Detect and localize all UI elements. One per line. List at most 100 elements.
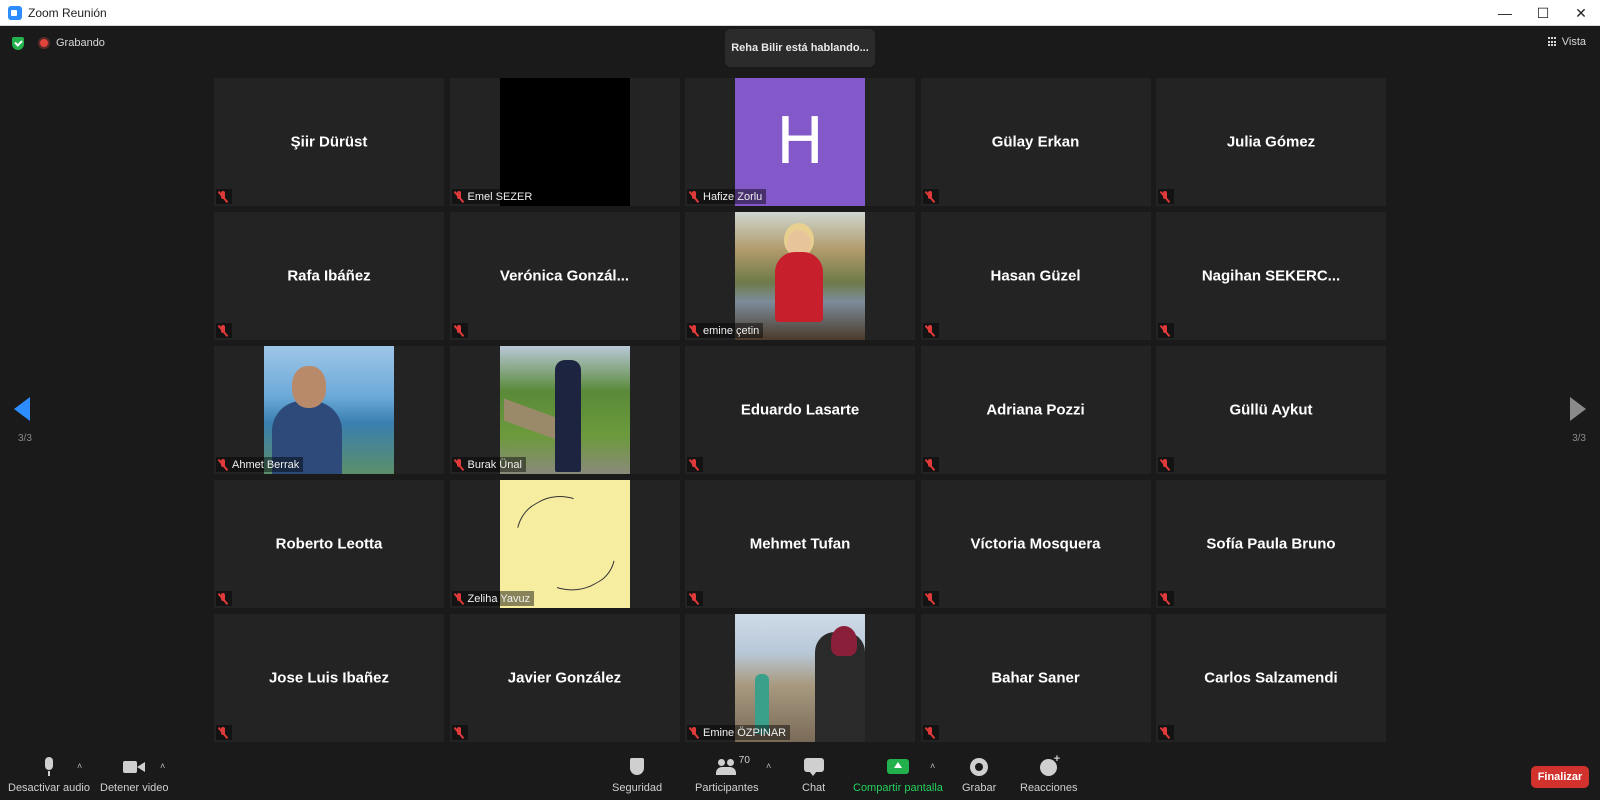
view-label: Vista xyxy=(1561,36,1586,48)
participant-name: Zeliha Yavuz xyxy=(467,592,531,605)
mic-muted-icon xyxy=(1160,324,1170,337)
mic-muted-icon xyxy=(1160,726,1170,739)
active-speaker-banner: Reha Bilir está hablando... xyxy=(725,29,875,67)
recording-dot-icon xyxy=(38,37,50,49)
photo-bench xyxy=(503,398,556,440)
participant-photo xyxy=(264,346,394,474)
participant-label xyxy=(922,591,939,606)
participants-label: Participantes xyxy=(695,782,759,794)
mic-muted-icon xyxy=(689,458,699,471)
participant-label xyxy=(1158,323,1174,338)
participant-name: Emel SEZER xyxy=(467,190,533,203)
participant-tile[interactable]: Burak Ünal xyxy=(449,346,680,474)
participant-tile[interactable]: Verónica Gonzál... xyxy=(449,212,680,340)
mic-muted-icon xyxy=(454,324,464,337)
photo-head xyxy=(292,366,326,408)
participant-tile[interactable]: Julia Gómez xyxy=(1156,78,1386,206)
participant-video xyxy=(499,78,630,206)
arrow-right-icon xyxy=(1570,397,1586,421)
participant-name: Carlos Salzamendi xyxy=(1204,669,1338,687)
title-bar: Zoom Reunión — ☐ ✕ xyxy=(0,0,1600,26)
participant-tile[interactable]: Jose Luis Ibañez xyxy=(214,614,444,742)
participant-tile[interactable]: Gülay Erkan xyxy=(920,78,1151,206)
view-button[interactable]: Vista xyxy=(1547,36,1586,48)
participant-tile[interactable]: Bahar Saner xyxy=(920,614,1151,742)
participant-tile[interactable]: Javier González xyxy=(449,614,680,742)
microphone-icon xyxy=(38,757,60,777)
participant-tile[interactable]: Hasan Güzel xyxy=(920,212,1151,340)
security-shield-icon xyxy=(626,757,648,777)
participant-tile[interactable]: H Hafize Zorlu xyxy=(685,78,915,206)
participant-name: Hasan Güzel xyxy=(990,267,1081,285)
mic-muted-icon xyxy=(925,592,935,605)
participant-tile[interactable]: Emel SEZER xyxy=(449,78,680,206)
next-page-button[interactable] xyxy=(1570,397,1586,421)
encryption-shield-icon[interactable] xyxy=(12,37,24,50)
mic-muted-icon xyxy=(1160,190,1170,203)
mic-muted-icon xyxy=(1160,458,1170,471)
participant-name: Burak Ünal xyxy=(467,458,522,471)
audio-options-caret[interactable]: ˄ xyxy=(77,761,82,771)
record-label: Grabar xyxy=(962,782,997,794)
mic-muted-icon xyxy=(454,458,464,471)
mic-muted-icon xyxy=(218,592,228,605)
share-options-caret[interactable]: ˄ xyxy=(930,761,935,771)
participant-label xyxy=(922,457,939,472)
mic-muted-icon xyxy=(689,324,699,337)
participant-name: Javier González xyxy=(507,669,622,687)
mic-muted-icon xyxy=(689,726,699,739)
grid-view-icon xyxy=(1547,37,1558,47)
participant-tile[interactable]: emine çetin xyxy=(685,212,915,340)
meeting-area: Grabando Reha Bilir está hablando... Vis… xyxy=(0,27,1600,749)
participants-button[interactable]: 70 Participantes xyxy=(695,755,759,794)
security-label: Seguridad xyxy=(612,782,663,794)
participants-count: 70 xyxy=(738,755,750,766)
mic-muted-icon xyxy=(218,458,228,471)
end-meeting-button[interactable]: Finalizar xyxy=(1531,766,1589,788)
record-button[interactable]: Grabar xyxy=(962,757,996,794)
participant-tile[interactable]: Rafa Ibáñez xyxy=(214,212,444,340)
participant-name: Hafize Zorlu xyxy=(703,190,763,203)
participant-tile[interactable]: Mehmet Tufan xyxy=(685,480,915,608)
participant-name: Verónica Gonzál... xyxy=(499,267,630,285)
participant-tile[interactable]: Víctoria Mosquera xyxy=(920,480,1151,608)
page-indicator-right: 3/3 xyxy=(1572,433,1586,444)
stop-video-button[interactable]: Detener video xyxy=(100,757,169,794)
participant-tile[interactable]: Ahmet Berrak xyxy=(214,346,444,474)
reactions-button[interactable]: Reacciones xyxy=(1020,753,1077,794)
participant-label xyxy=(1158,725,1174,740)
participant-tile[interactable]: Roberto Leotta xyxy=(214,480,444,608)
participant-tile[interactable]: Carlos Salzamendi xyxy=(1156,614,1386,742)
security-button[interactable]: Seguridad xyxy=(612,757,662,794)
mic-muted-icon xyxy=(689,190,699,203)
participant-tile[interactable]: Sofía Paula Bruno xyxy=(1156,480,1386,608)
video-options-caret[interactable]: ˄ xyxy=(160,761,165,771)
participant-tile[interactable]: Eduardo Lasarte xyxy=(685,346,915,474)
chat-button[interactable]: Chat xyxy=(802,757,825,794)
participant-name: Mehmet Tufan xyxy=(749,535,851,553)
participants-options-caret[interactable]: ˄ xyxy=(766,761,771,771)
mic-muted-icon xyxy=(689,592,699,605)
chat-label: Chat xyxy=(802,782,826,794)
participant-name: Víctoria Mosquera xyxy=(970,535,1101,553)
mic-muted-icon xyxy=(1160,592,1170,605)
participant-tile[interactable]: Şiir Dürüst xyxy=(214,78,444,206)
participant-label xyxy=(216,323,232,338)
participant-tile[interactable]: Zeliha Yavuz xyxy=(449,480,680,608)
maximize-button[interactable]: ☐ xyxy=(1524,0,1562,26)
participant-photo xyxy=(735,212,865,340)
close-button[interactable]: ✕ xyxy=(1562,0,1600,26)
participant-label: Zeliha Yavuz xyxy=(451,591,535,606)
participant-name: emine çetin xyxy=(703,324,760,337)
participant-tile[interactable]: Emine ÖZPINAR xyxy=(685,614,915,742)
previous-page-button[interactable] xyxy=(14,397,30,421)
chat-icon xyxy=(803,757,825,777)
participant-tile[interactable]: Güllü Aykut xyxy=(1156,346,1386,474)
participant-name: Jose Luis Ibañez xyxy=(268,669,390,687)
minimize-button[interactable]: — xyxy=(1486,0,1524,26)
participant-label xyxy=(922,725,939,740)
participant-tile[interactable]: Adriana Pozzi xyxy=(920,346,1151,474)
participant-tile[interactable]: Nagihan SEKERC... xyxy=(1156,212,1386,340)
meeting-toolbar: Desactivar audio ˄ Detener video ˄ Segur… xyxy=(0,749,1600,800)
participant-label xyxy=(1158,591,1174,606)
